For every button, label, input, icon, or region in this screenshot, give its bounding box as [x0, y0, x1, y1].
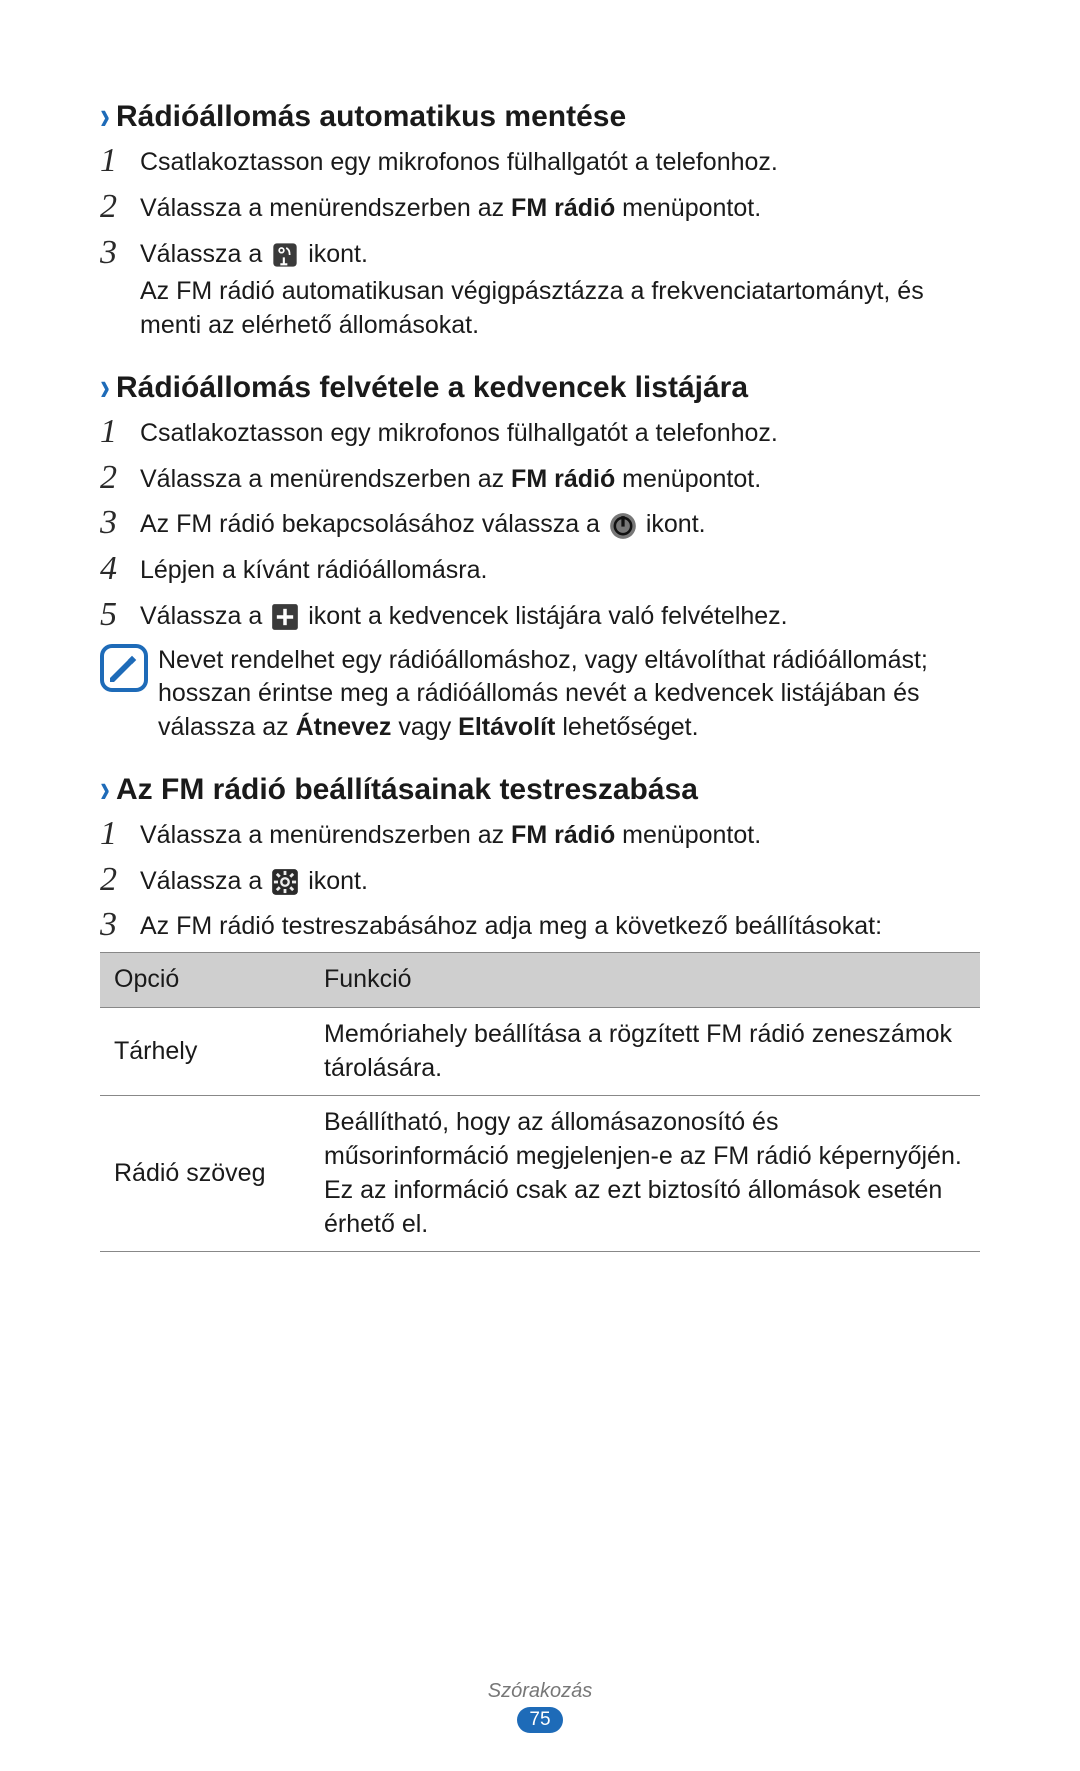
note-icon — [100, 644, 148, 692]
step-text: Válassza a menürendszerben az — [140, 821, 511, 849]
step-text: Csatlakoztasson egy mikrofonos fülhallga… — [140, 148, 778, 176]
step-text: Válassza a menürendszerben az — [140, 465, 511, 493]
step-text: Válassza a — [140, 867, 269, 895]
note-box: Nevet rendelhet egy rádióállomáshoz, vag… — [100, 644, 980, 745]
section-heading: › Rádióállomás automatikus mentése — [100, 100, 980, 134]
note-post: lehetőséget. — [555, 713, 698, 741]
step-subtext: Az FM rádió automatikusan végigpásztázza… — [140, 275, 980, 343]
step-bold: FM rádió — [511, 465, 615, 493]
header-option: Opció — [100, 953, 310, 1008]
note-text: Nevet rendelhet egy rádióállomáshoz, vag… — [158, 644, 980, 745]
heading-text: Rádióállomás automatikus mentése — [116, 100, 626, 134]
cell-function: Memóriahely beállítása a rögzített FM rá… — [310, 1007, 980, 1096]
step-text: Az FM rádió bekapcsolásához válassza a — [140, 510, 607, 538]
scan-icon — [271, 241, 299, 269]
note-bold: Eltávolít — [458, 713, 555, 741]
step: 2 Válassza a menürendszerben az FM rádió… — [100, 188, 980, 226]
step-body: Válassza a menürendszerben az FM rádió m… — [140, 815, 980, 853]
settings-icon — [271, 868, 299, 896]
header-function: Funkció — [310, 953, 980, 1008]
step-body: Az FM rádió bekapcsolásához válassza a i… — [140, 504, 980, 542]
step: 5 Válassza a ikont a kedvencek listájára… — [100, 596, 980, 634]
step: 3 Az FM rádió bekapcsolásához válassza a… — [100, 504, 980, 542]
page-number: 75 — [517, 1707, 562, 1733]
step-text: Válassza a menürendszerben az — [140, 194, 511, 222]
step: 3 Az FM rádió testreszabásához adja meg … — [100, 906, 980, 944]
chevron-icon: › — [100, 768, 110, 812]
step-number: 5 — [100, 596, 140, 634]
cell-function: Beállítható, hogy az állomásazonosító és… — [310, 1096, 980, 1252]
chevron-icon: › — [100, 366, 110, 410]
step-body: Válassza a ikont a kedvencek listájára v… — [140, 596, 980, 634]
step-number: 2 — [100, 861, 140, 899]
cell-option: Tárhely — [100, 1007, 310, 1096]
step: 1 Csatlakoztasson egy mikrofonos fülhall… — [100, 142, 980, 180]
plus-icon — [271, 603, 299, 631]
step-text: Válassza a — [140, 602, 269, 630]
options-table: Opció Funkció Tárhely Memóriahely beállí… — [100, 952, 980, 1252]
step-bold: FM rádió — [511, 194, 615, 222]
step-text: ikont. — [301, 867, 368, 895]
step-body: Válassza a menürendszerben az FM rádió m… — [140, 459, 980, 497]
section-heading: › Az FM rádió beállításainak testreszabá… — [100, 773, 980, 807]
step-number: 3 — [100, 234, 140, 343]
step-body: Lépjen a kívánt rádióállomásra. — [140, 550, 980, 588]
step-body: Válassza a menürendszerben az FM rádió m… — [140, 188, 980, 226]
step-bold: FM rádió — [511, 821, 615, 849]
step-number: 1 — [100, 413, 140, 451]
table-row: Tárhely Memóriahely beállítása a rögzíte… — [100, 1007, 980, 1096]
step-text: menüpontot. — [615, 821, 761, 849]
step-number: 1 — [100, 142, 140, 180]
step: 2 Válassza a menürendszerben az FM rádió… — [100, 459, 980, 497]
step-text: ikont a kedvencek listájára való felvéte… — [301, 602, 787, 630]
step-text: ikont. — [639, 510, 706, 538]
step-number: 2 — [100, 188, 140, 226]
chevron-icon: › — [100, 95, 110, 139]
heading-text: Az FM rádió beállításainak testreszabása — [116, 773, 698, 807]
step-text: Válassza a — [140, 240, 269, 268]
cell-option: Rádió szöveg — [100, 1096, 310, 1252]
table-header-row: Opció Funkció — [100, 953, 980, 1008]
step-text: ikont. — [301, 240, 368, 268]
section-heading: › Rádióállomás felvétele a kedvencek lis… — [100, 371, 980, 405]
step-text: Az FM rádió testreszabásához adja meg a … — [140, 912, 882, 940]
step-body: Csatlakoztasson egy mikrofonos fülhallga… — [140, 142, 980, 180]
step-body: Az FM rádió testreszabásához adja meg a … — [140, 906, 980, 944]
step-text: menüpontot. — [615, 194, 761, 222]
step-number: 2 — [100, 459, 140, 497]
step-number: 1 — [100, 815, 140, 853]
step: 1 Csatlakoztasson egy mikrofonos fülhall… — [100, 413, 980, 451]
note-mid: vagy — [391, 713, 458, 741]
step: 1 Válassza a menürendszerben az FM rádió… — [100, 815, 980, 853]
step-body: Csatlakoztasson egy mikrofonos fülhallga… — [140, 413, 980, 451]
step-text: Csatlakoztasson egy mikrofonos fülhallga… — [140, 419, 778, 447]
step-body: Válassza a ikont. Az FM rádió automatikus… — [140, 234, 980, 343]
step-text: menüpontot. — [615, 465, 761, 493]
power-icon — [609, 512, 637, 540]
heading-text: Rádióállomás felvétele a kedvencek listá… — [116, 371, 748, 405]
footer-section: Szórakozás — [0, 1680, 1080, 1703]
table-row: Rádió szöveg Beállítható, hogy az állomá… — [100, 1096, 980, 1252]
note-bold: Átnevez — [296, 713, 392, 741]
step-body: Válassza a ikont. — [140, 861, 980, 899]
step-text: Lépjen a kívánt rádióállomásra. — [140, 556, 487, 584]
step-number: 4 — [100, 550, 140, 588]
step: 2 Válassza a ikont. — [100, 861, 980, 899]
step: 4 Lépjen a kívánt rádióállomásra. — [100, 550, 980, 588]
page-footer: Szórakozás 75 — [0, 1680, 1080, 1733]
step: 3 Válassza a ikont. Az FM rádió automatik… — [100, 234, 980, 343]
step-number: 3 — [100, 504, 140, 542]
step-number: 3 — [100, 906, 140, 944]
